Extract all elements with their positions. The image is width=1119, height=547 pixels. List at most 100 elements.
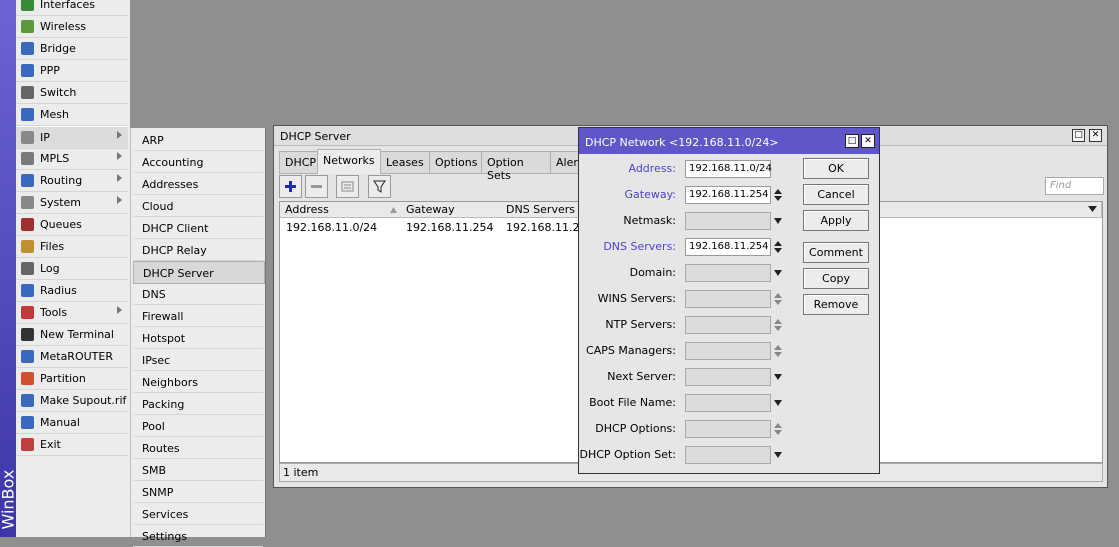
apply-button[interactable]: Apply: [803, 210, 869, 231]
boot-file-name-field[interactable]: [685, 394, 771, 412]
menu-item-queues[interactable]: Queues: [16, 214, 128, 236]
submenu-item-routes[interactable]: Routes: [133, 437, 263, 459]
spin-arrows-icon[interactable]: [774, 345, 782, 357]
spin-down-icon[interactable]: [774, 248, 782, 253]
spin-up-icon[interactable]: [774, 423, 782, 428]
dns-servers-field[interactable]: 192.168.11.254: [685, 238, 771, 256]
menu-item-partition[interactable]: Partition: [16, 368, 128, 390]
menu-item-mpls[interactable]: MPLS: [16, 148, 128, 170]
comment-button[interactable]: Comment: [803, 242, 869, 263]
spin-arrows-icon[interactable]: [774, 319, 782, 331]
spin-up-icon[interactable]: [774, 241, 782, 246]
tab-options[interactable]: Options: [429, 151, 482, 174]
submenu-item-firewall[interactable]: Firewall: [133, 305, 263, 327]
menu-item-wireless[interactable]: Wireless: [16, 16, 128, 38]
comment-button[interactable]: [336, 175, 359, 198]
column-header-gateway[interactable]: Gateway: [401, 202, 502, 218]
column-menu-icon[interactable]: [1088, 206, 1097, 212]
menu-item-ip[interactable]: IP: [16, 126, 128, 149]
address-field[interactable]: 192.168.11.0/24: [685, 160, 772, 178]
submenu-item-dhcp-relay[interactable]: DHCP Relay: [133, 239, 263, 261]
maximize-icon[interactable]: □: [1072, 129, 1085, 142]
submenu-item-packing[interactable]: Packing: [133, 393, 263, 415]
menu-item-files[interactable]: Files: [16, 236, 128, 258]
menu-item-bridge[interactable]: Bridge: [16, 38, 128, 60]
spin-down-icon[interactable]: [774, 326, 782, 331]
submenu-item-dhcp-server[interactable]: DHCP Server: [133, 261, 265, 284]
ok-button[interactable]: OK: [803, 158, 869, 179]
spin-arrows-icon[interactable]: [774, 423, 782, 435]
spin-down-icon[interactable]: [774, 430, 782, 435]
tab-option-sets[interactable]: Option Sets: [481, 151, 551, 182]
spin-arrows-icon[interactable]: [774, 189, 782, 201]
menu-item-manual[interactable]: Manual: [16, 412, 128, 434]
caps-managers-field[interactable]: [685, 342, 771, 360]
menu-item-metarouter[interactable]: MetaROUTER: [16, 346, 128, 368]
submenu-item-dns[interactable]: DNS: [133, 283, 263, 305]
menu-item-routing[interactable]: Routing: [16, 170, 128, 192]
submenu-item-smb[interactable]: SMB: [133, 459, 263, 481]
spin-up-icon[interactable]: [774, 189, 782, 194]
copy-button[interactable]: Copy: [803, 268, 869, 289]
dhcp-options-field[interactable]: [685, 420, 771, 438]
netmask-field[interactable]: [685, 212, 771, 230]
spin-arrows-icon[interactable]: [774, 241, 782, 253]
ntp-servers-field[interactable]: [685, 316, 771, 334]
tab-leases[interactable]: Leases: [380, 151, 430, 174]
close-icon[interactable]: ✕: [861, 134, 875, 148]
remove-button[interactable]: Remove: [803, 294, 869, 315]
submenu-item-pool[interactable]: Pool: [133, 415, 263, 437]
wins-servers-field[interactable]: [685, 290, 771, 308]
submenu-item-dhcp-client[interactable]: DHCP Client: [133, 217, 263, 239]
menu-item-log[interactable]: Log: [16, 258, 128, 280]
menu-item-radius[interactable]: Radius: [16, 280, 128, 302]
spin-down-icon[interactable]: [774, 196, 782, 201]
spin-up-icon[interactable]: [774, 319, 782, 324]
dhcp-option-set-field[interactable]: [685, 446, 771, 464]
menu-item-system[interactable]: System: [16, 192, 128, 214]
close-icon[interactable]: ✕: [1089, 129, 1102, 142]
menu-item-tools[interactable]: Tools: [16, 302, 128, 324]
dropdown-arrow-icon[interactable]: [774, 218, 782, 224]
submenu-item-services[interactable]: Services: [133, 503, 263, 525]
spin-arrows-icon[interactable]: [774, 293, 782, 305]
submenu-item-neighbors[interactable]: Neighbors: [133, 371, 263, 393]
menu-item-make-supout-rif[interactable]: Make Supout.rif: [16, 390, 128, 412]
dropdown-arrow-icon[interactable]: [774, 400, 782, 406]
add-button[interactable]: [279, 175, 302, 198]
submenu-item-addresses[interactable]: Addresses: [133, 173, 263, 195]
dialog-titlebar[interactable]: DHCP Network <192.168.11.0/24> □ ✕: [579, 128, 879, 154]
menu-item-new-terminal[interactable]: New Terminal: [16, 324, 128, 346]
filter-button[interactable]: [368, 175, 391, 198]
tab-dhcp[interactable]: DHCP: [279, 151, 318, 174]
spin-down-icon[interactable]: [774, 300, 782, 305]
cancel-button[interactable]: Cancel: [803, 184, 869, 205]
submenu-item-snmp[interactable]: SNMP: [133, 481, 263, 503]
remove-button[interactable]: [305, 175, 328, 198]
submenu-item-ipsec[interactable]: IPsec: [133, 349, 263, 371]
dropdown-arrow-icon[interactable]: [774, 452, 782, 458]
submenu-item-arp[interactable]: ARP: [133, 129, 263, 151]
tab-networks[interactable]: Networks: [317, 149, 381, 174]
menu-item-switch[interactable]: Switch: [16, 82, 128, 104]
domain-field[interactable]: [685, 264, 771, 282]
submenu-item-cloud[interactable]: Cloud: [133, 195, 263, 217]
submenu-item-settings[interactable]: Settings: [133, 525, 263, 547]
spin-down-icon[interactable]: [774, 352, 782, 357]
spin-up-icon[interactable]: [774, 293, 782, 298]
menu-item-exit[interactable]: Exit: [16, 434, 128, 456]
menu-item-interfaces[interactable]: Interfaces: [16, 0, 128, 16]
menu-item-ppp[interactable]: PPP: [16, 60, 128, 82]
spin-up-icon[interactable]: [774, 345, 782, 350]
next-server-field[interactable]: [685, 368, 771, 386]
menu-item-mesh[interactable]: Mesh: [16, 104, 128, 126]
menu-item-label: Routing: [40, 174, 83, 187]
column-header-address[interactable]: Address: [280, 202, 402, 218]
dropdown-arrow-icon[interactable]: [774, 374, 782, 380]
maximize-icon[interactable]: □: [845, 134, 859, 148]
submenu-item-hotspot[interactable]: Hotspot: [133, 327, 263, 349]
submenu-item-accounting[interactable]: Accounting: [133, 151, 263, 173]
gateway-field[interactable]: 192.168.11.254: [685, 186, 771, 204]
find-input[interactable]: Find: [1045, 177, 1104, 195]
dropdown-arrow-icon[interactable]: [774, 270, 782, 276]
